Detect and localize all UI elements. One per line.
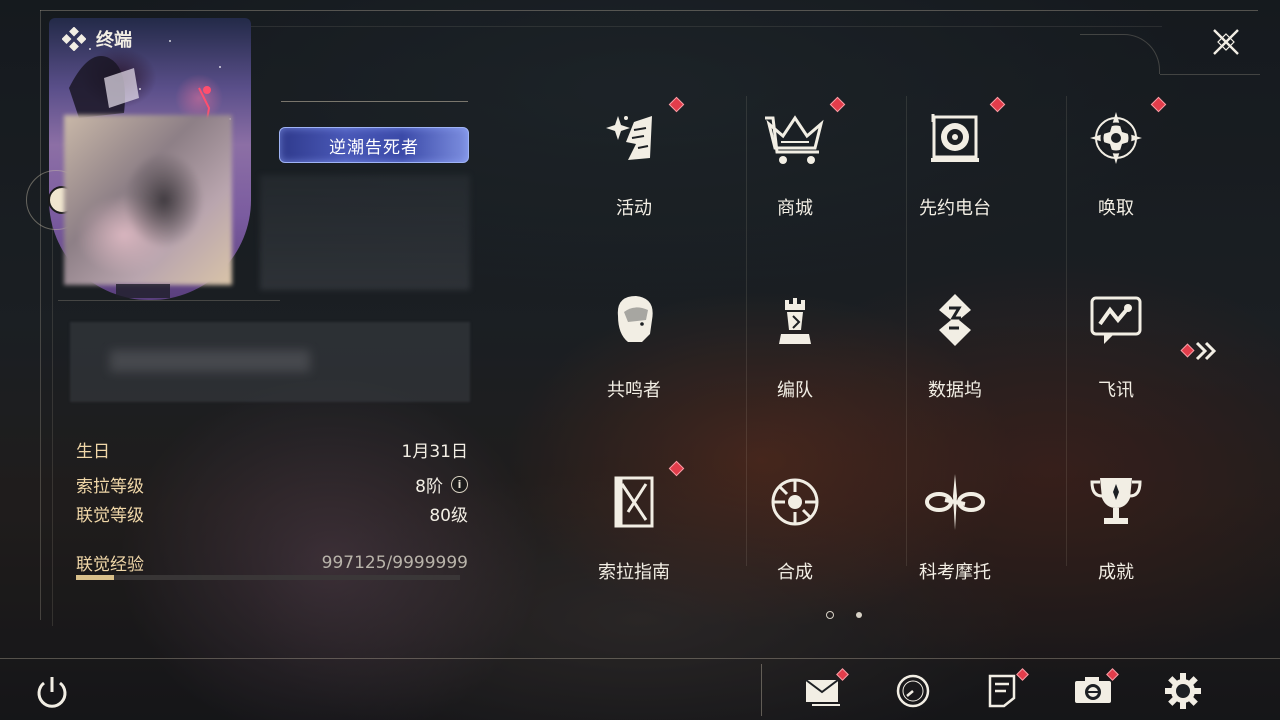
bottom-bar-separator	[761, 664, 762, 716]
trophy-icon	[1084, 470, 1148, 534]
menu-item-chess-tower[interactable]: 编队	[745, 288, 845, 418]
card-bottom-bar	[116, 284, 170, 298]
menu-item-label: 索拉指南	[598, 562, 670, 583]
radio-disc-icon	[923, 106, 987, 170]
stat-union-exp: 联觉经验 997125/9999999	[76, 550, 468, 576]
next-page-button[interactable]	[1180, 338, 1222, 364]
power-icon	[37, 677, 67, 708]
chat-bubble-icon	[1084, 288, 1148, 352]
menu-item-label: 唤取	[1098, 198, 1134, 219]
menu-item-trophy[interactable]: 成就	[1066, 470, 1166, 600]
character-portrait-icon	[602, 288, 666, 352]
menu-item-label: 共鸣者	[607, 380, 661, 401]
avatar[interactable]	[64, 115, 232, 285]
blurred-signature	[70, 322, 470, 402]
notice-button[interactable]	[982, 668, 1029, 712]
clock-icon	[896, 674, 930, 708]
menu-item-crown-cart[interactable]: 商城	[745, 96, 846, 236]
settings-button[interactable]	[1162, 670, 1204, 712]
stat-value-wrap: 8阶 i	[415, 472, 468, 497]
menu-item-label: 飞讯	[1098, 380, 1134, 401]
menu-item-label: 编队	[777, 380, 813, 401]
menu-item-label: 先约电台	[919, 198, 991, 219]
menu-item-label: 数据坞	[928, 380, 982, 401]
mail-button[interactable]	[802, 668, 849, 712]
stat-value: 80级	[429, 506, 468, 526]
menu-item-chat-bubble[interactable]: 飞讯	[1066, 288, 1166, 418]
stat-value: 1月31日	[401, 442, 468, 462]
stat-value: 8阶	[415, 477, 443, 497]
page-dot-2[interactable]	[856, 612, 862, 618]
exp-progress-fill	[76, 575, 115, 580]
compass-star-icon	[1084, 106, 1148, 170]
menu-item-guide-book[interactable]: 索拉指南	[584, 460, 685, 600]
synthesis-ring-icon	[763, 470, 827, 534]
stat-label: 索拉等级	[76, 477, 144, 497]
camera-button[interactable]	[1072, 668, 1119, 712]
menu-item-label: 合成	[777, 562, 813, 583]
motorcycle-icon	[923, 470, 987, 534]
guide-book-icon	[602, 470, 666, 534]
menu-item-motorcycle[interactable]: 科考摩托	[905, 470, 1005, 600]
frame-left-line	[40, 10, 41, 620]
title-badge[interactable]: 逆潮告死者	[279, 127, 469, 163]
stat-label: 联觉等级	[76, 506, 144, 526]
frame-top-line	[40, 10, 1258, 11]
menu-item-synthesis-ring[interactable]: 合成	[745, 470, 845, 600]
stat-value: 997125/9999999	[321, 552, 468, 573]
menu-item-data-dock[interactable]: 数据坞	[905, 288, 1005, 418]
stat-label: 联觉经验	[76, 555, 144, 575]
clock-button[interactable]	[892, 670, 934, 712]
stat-label: 生日	[76, 442, 110, 462]
chess-tower-icon	[763, 288, 827, 352]
page-title: 终端	[96, 30, 132, 51]
sparkle-banner-icon	[602, 106, 666, 170]
menu-item-compass-star[interactable]: 唤取	[1066, 96, 1167, 236]
bottom-bar-divider	[0, 658, 1280, 659]
menu-item-character-portrait[interactable]: 共鸣者	[584, 288, 684, 418]
blurred-player-info	[260, 175, 470, 290]
stat-sola-level: 索拉等级 8阶 i	[76, 472, 468, 497]
terminal-diamonds-icon	[62, 27, 86, 51]
frame-corner-line	[1160, 74, 1260, 75]
close-icon	[1213, 29, 1239, 55]
name-underline	[281, 101, 468, 102]
terminal-header: 终端	[62, 26, 132, 52]
exp-progress-bar	[76, 575, 460, 580]
menu-item-radio-disc[interactable]: 先约电台	[905, 96, 1006, 236]
settings-gear-icon	[1165, 673, 1201, 709]
menu-item-sparkle-banner[interactable]: 活动	[584, 96, 685, 236]
menu-item-label: 商城	[777, 198, 813, 219]
power-button[interactable]	[32, 672, 72, 712]
info-icon[interactable]: i	[451, 476, 468, 493]
close-button[interactable]	[1208, 24, 1244, 60]
title-badge-label: 逆潮告死者	[329, 137, 419, 158]
menu-item-label: 活动	[616, 198, 652, 219]
menu-item-label: 科考摩托	[919, 562, 991, 583]
double-chevron-right-icon	[1180, 341, 1217, 361]
page-dot-1[interactable]	[826, 611, 834, 619]
stat-birthday: 生日 1月31日	[76, 437, 468, 462]
card-divider	[58, 300, 280, 301]
stat-union-level: 联觉等级 80级	[76, 501, 468, 526]
crown-cart-icon	[763, 106, 827, 170]
page-indicator	[826, 611, 862, 619]
data-dock-icon	[923, 288, 987, 352]
menu-item-label: 成就	[1098, 562, 1134, 583]
